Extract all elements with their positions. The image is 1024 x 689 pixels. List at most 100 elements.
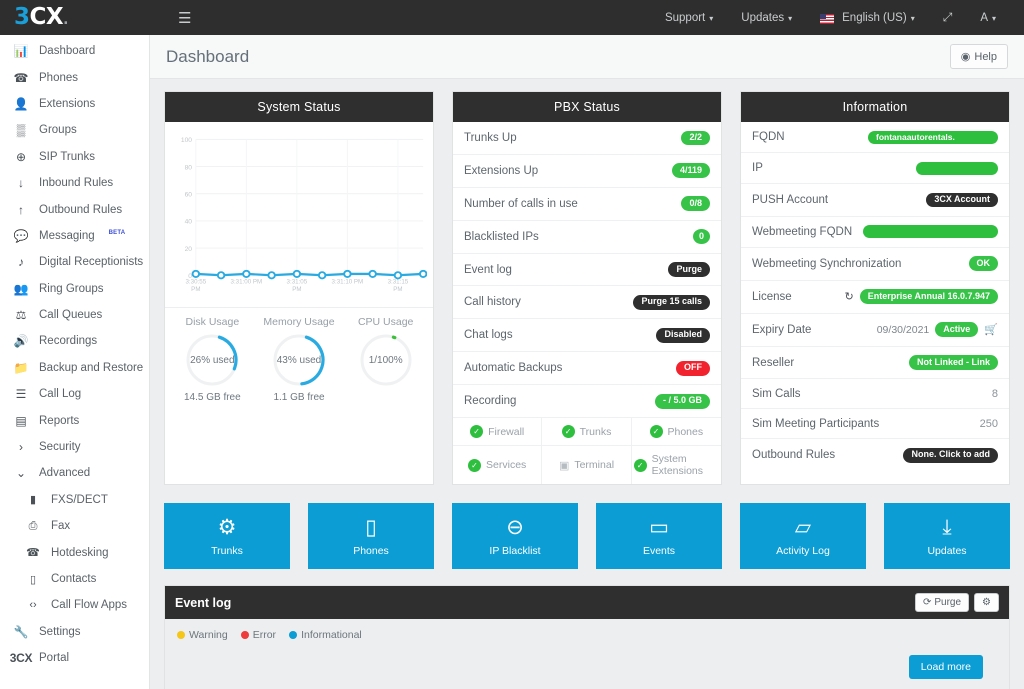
sidebar-item-contacts[interactable]: ▯Contacts — [0, 566, 149, 592]
status-badge[interactable]: Active — [935, 322, 978, 337]
refresh-icon[interactable]: ↻ — [845, 290, 854, 303]
panels-row: System Status 020406080100 PM3:30:553:31… — [164, 91, 1010, 485]
status-badge[interactable] — [916, 162, 998, 175]
information-value: None. Click to add — [903, 448, 998, 463]
sidebar-item-label: Phones — [39, 72, 78, 84]
status-badge[interactable]: Disabled — [656, 328, 710, 343]
status-badge[interactable]: 0 — [693, 229, 710, 244]
sidebar-item-settings[interactable]: 🔧Settings — [0, 619, 149, 645]
gauge-value: 43% used — [272, 333, 326, 387]
report-icon: ▤ — [14, 414, 28, 428]
information-row: License↻Enterprise Annual 16.0.7.947 — [741, 281, 1009, 314]
status-badge: 8 — [992, 388, 998, 400]
topnav-fullscreen[interactable]: ⤢ — [929, 0, 967, 35]
grid-icon: ▒ — [14, 123, 28, 137]
health-check-phones[interactable]: ✓Phones — [632, 418, 721, 446]
pbx-status-value: OFF — [676, 361, 710, 376]
status-badge[interactable]: Enterprise Annual 16.0.7.947 — [860, 289, 998, 304]
status-badge[interactable]: 4/119 — [672, 163, 710, 178]
sidebar-item-inbound-rules[interactable]: ↓Inbound Rules — [0, 170, 149, 196]
sidebar-item-hotdesking[interactable]: ☎Hotdesking — [0, 539, 149, 565]
status-badge[interactable]: None. Click to add — [903, 448, 998, 463]
sidebar-item-reports[interactable]: ▤Reports — [0, 407, 149, 433]
chart-point — [344, 271, 350, 277]
sidebar-item-advanced[interactable]: ⌄Advanced — [0, 460, 149, 486]
event-log-settings-button[interactable]: ⚙ — [974, 593, 999, 612]
pbx-status-value: Purge 15 calls — [633, 295, 710, 310]
status-badge[interactable]: 0/8 — [681, 196, 710, 211]
health-check-trunks[interactable]: ✓Trunks — [542, 418, 631, 446]
sidebar-item-phones[interactable]: ☎Phones — [0, 64, 149, 90]
sidebar-item-recordings[interactable]: 🔊Recordings — [0, 328, 149, 354]
sidebar-item-fax[interactable]: ⎙Fax — [0, 513, 149, 539]
printer-icon: ⎙ — [26, 520, 40, 533]
status-badge[interactable]: Purge — [668, 262, 710, 277]
information-value: fontanaautorentals. — [868, 131, 998, 144]
brand-logo[interactable]: 3CX. — [0, 0, 150, 35]
pbx-status-row: Call historyPurge 15 calls — [453, 286, 721, 319]
health-check-system-extensions[interactable]: ✓System Extensions — [632, 446, 721, 484]
status-badge[interactable]: OK — [969, 256, 999, 271]
sidebar-item-portal[interactable]: 3CXPortal — [0, 645, 149, 671]
sidebar-item-extensions[interactable]: 👤Extensions — [0, 91, 149, 117]
sidebar-item-groups[interactable]: ▒Groups — [0, 117, 149, 143]
chart-x-tick: 3:31:15 — [388, 279, 409, 286]
chevron-right-icon: › — [14, 440, 28, 454]
event-log-purge-button[interactable]: ⟳ Purge — [915, 593, 969, 612]
status-badge[interactable]: fontanaautorentals. — [868, 131, 998, 144]
cart-icon[interactable]: 🛒 — [984, 323, 998, 336]
topnav-updates[interactable]: Updates ▾ — [727, 0, 806, 35]
sidebar-item-ring-groups[interactable]: 👥Ring Groups — [0, 276, 149, 302]
load-more-button[interactable]: Load more — [909, 655, 983, 679]
sidebar-item-call-flow-apps[interactable]: ‹›Call Flow Apps — [0, 592, 149, 618]
hamburger-icon[interactable]: ☰ — [170, 5, 199, 31]
pbx-status-label: Blacklisted IPs — [464, 231, 539, 243]
tile-label: Events — [643, 545, 675, 557]
sidebar-item-backup-and-restore[interactable]: 📁Backup and Restore — [0, 355, 149, 381]
sidebar-item-messaging[interactable]: 💬MessagingBETA — [0, 223, 149, 249]
chart-y-tick: 80 — [185, 164, 193, 171]
tile-updates[interactable]: ⤓Updates — [884, 503, 1010, 569]
chart-y-tick: 100 — [181, 137, 192, 144]
tile-events[interactable]: ▭Events — [596, 503, 722, 569]
tile-activity-log[interactable]: ▱Activity Log — [740, 503, 866, 569]
sidebar-item-security[interactable]: ›Security — [0, 434, 149, 460]
help-button[interactable]: ◉ Help — [950, 44, 1008, 69]
topnav-language[interactable]: English (US) ▾ — [806, 0, 929, 35]
legend-dot-icon — [289, 631, 297, 639]
topnav-account[interactable]: A ▾ — [966, 0, 1010, 35]
status-badge[interactable] — [863, 225, 998, 238]
sidebar-item-fxs-dect[interactable]: ▮FXS/DECT — [0, 487, 149, 513]
tile-ip-blacklist[interactable]: ⊖IP Blacklist — [452, 503, 578, 569]
gauge-value: 26% used — [185, 333, 239, 387]
sidebar-item-sip-trunks[interactable]: ⊕SIP Trunks — [0, 144, 149, 170]
sidebar-item-digital-receptionists[interactable]: ♪Digital Receptionists — [0, 249, 149, 275]
topnav-support[interactable]: Support ▾ — [651, 0, 727, 35]
information-value: 09/30/2021Active🛒 — [877, 322, 998, 337]
check-circle-icon: ✓ — [468, 459, 481, 472]
status-badge[interactable]: 3CX Account — [926, 193, 998, 208]
chevron-down-icon: ▾ — [709, 14, 713, 23]
status-badge[interactable]: Not Linked - Link — [909, 355, 998, 370]
health-check-terminal[interactable]: ▣Terminal — [542, 446, 631, 484]
sidebar-item-dashboard[interactable]: 📊Dashboard — [0, 38, 149, 64]
us-flag-icon — [820, 14, 834, 24]
status-badge[interactable]: 2/2 — [681, 131, 710, 146]
pbx-status-label: Recording — [464, 395, 516, 407]
pbx-status-label: Extensions Up — [464, 165, 538, 177]
tile-trunks[interactable]: ⚙Trunks — [164, 503, 290, 569]
sidebar-item-call-queues[interactable]: ⚖Call Queues — [0, 302, 149, 328]
sidebar-item-outbound-rules[interactable]: ↑Outbound Rules — [0, 196, 149, 222]
information-row: Outbound RulesNone. Click to add — [741, 439, 1009, 471]
status-badge[interactable]: - / 5.0 GB — [655, 394, 710, 409]
tile-phones[interactable]: ▯Phones — [308, 503, 434, 569]
health-check-services[interactable]: ✓Services — [453, 446, 542, 484]
health-check-firewall[interactable]: ✓Firewall — [453, 418, 542, 446]
queue-icon: ⚖ — [14, 308, 28, 322]
status-badge[interactable]: OFF — [676, 361, 710, 376]
status-badge[interactable]: Purge 15 calls — [633, 295, 710, 310]
sidebar-item-label: Messaging — [39, 230, 95, 242]
sidebar-item-call-log[interactable]: ☰Call Log — [0, 381, 149, 407]
information-value: 8 — [992, 388, 998, 400]
legend-item-warning: Warning — [177, 629, 228, 641]
